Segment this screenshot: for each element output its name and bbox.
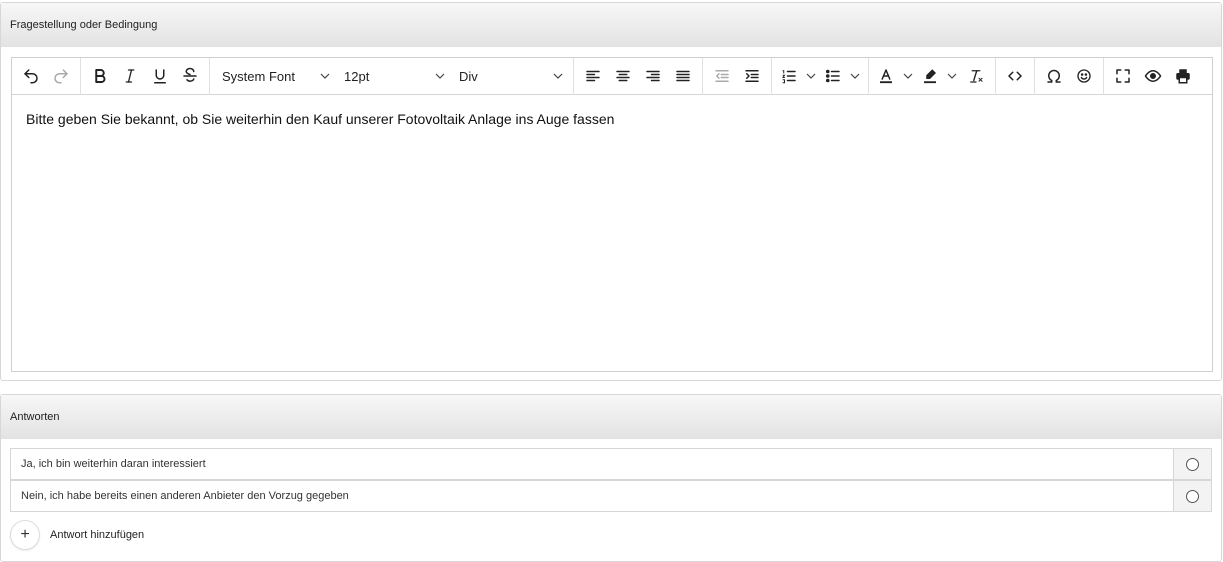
- block-format-value: Div: [459, 68, 478, 84]
- font-family-value: System Font: [222, 68, 295, 84]
- highlight-main[interactable]: [917, 61, 943, 91]
- answer-radio-cell[interactable]: [1173, 481, 1211, 511]
- align-center-button[interactable]: [608, 61, 638, 91]
- redo-icon: [54, 69, 68, 84]
- view-group: [1104, 58, 1202, 95]
- align-left-icon: [586, 70, 600, 82]
- text-color-button[interactable]: [873, 61, 917, 91]
- add-answer-control: + Antwort hinzufügen: [10, 520, 144, 550]
- text-color-main[interactable]: [873, 61, 899, 91]
- chevron-down-icon[interactable]: [899, 61, 917, 91]
- numbered-list-icon: [782, 70, 796, 84]
- emoji-icon: [1077, 69, 1091, 83]
- question-panel-title: Fragestellung oder Bedingung: [1, 3, 1221, 47]
- chevron-down-icon[interactable]: [802, 61, 820, 91]
- list-group: [772, 57, 869, 95]
- rich-text-editor: System Font 12pt Div Bitte geben Sie bek…: [11, 57, 1213, 372]
- chevron-down-icon: [320, 71, 330, 81]
- bold-button[interactable]: [85, 61, 115, 91]
- numbered-list-main[interactable]: [776, 61, 802, 91]
- chevron-down-icon: [435, 71, 445, 81]
- source-code-icon: [1008, 71, 1022, 81]
- answer-text[interactable]: Ja, ich bin weiterhin daran interessiert: [11, 449, 1173, 479]
- insert-group: [1035, 57, 1104, 95]
- bullet-list-icon: [825, 69, 840, 83]
- special-char-icon: [1047, 69, 1061, 83]
- bullet-list-button[interactable]: [820, 61, 864, 91]
- add-answer-button[interactable]: +: [10, 520, 40, 550]
- align-left-button[interactable]: [578, 61, 608, 91]
- answer-row: Nein, ich habe bereits einen anderen Anb…: [10, 480, 1212, 512]
- align-justify-icon: [676, 70, 690, 82]
- italic-icon: [125, 69, 135, 83]
- indent-icon: [745, 70, 759, 82]
- undo-button[interactable]: [16, 61, 46, 91]
- strikethrough-button[interactable]: [175, 61, 205, 91]
- clear-format-button[interactable]: [961, 61, 991, 91]
- format-group: [81, 57, 210, 95]
- underline-button[interactable]: [145, 61, 175, 91]
- highlight-icon: [924, 69, 936, 84]
- outdent-button[interactable]: [707, 61, 737, 91]
- answer-text[interactable]: Nein, ich habe bereits einen anderen Anb…: [11, 481, 1173, 511]
- print-button[interactable]: [1168, 61, 1198, 91]
- chevron-down-icon: [553, 71, 563, 81]
- font-group: System Font 12pt Div: [210, 57, 574, 95]
- answers-panel-title: Antworten: [1, 395, 1221, 439]
- align-group: [574, 57, 703, 95]
- answer-radio[interactable]: [1186, 457, 1199, 471]
- chevron-down-icon[interactable]: [943, 61, 961, 91]
- preview-button[interactable]: [1138, 61, 1168, 91]
- bold-icon: [95, 69, 106, 83]
- indent-button[interactable]: [737, 61, 767, 91]
- font-size-select[interactable]: 12pt: [336, 61, 451, 91]
- fullscreen-button[interactable]: [1108, 61, 1138, 91]
- emoji-button[interactable]: [1069, 61, 1099, 91]
- print-icon: [1176, 69, 1190, 84]
- outdent-icon: [715, 70, 729, 82]
- question-panel: Fragestellung oder Bedingung System Font…: [0, 2, 1222, 381]
- block-format-select[interactable]: Div: [451, 61, 569, 91]
- editor-toolbar: System Font 12pt Div: [12, 57, 1212, 95]
- highlight-button[interactable]: [917, 61, 961, 91]
- bullet-list-main[interactable]: [820, 61, 846, 91]
- strikethrough-icon: [183, 67, 197, 82]
- history-group: [12, 57, 81, 95]
- source-code-button[interactable]: [1000, 61, 1030, 91]
- plus-icon: +: [20, 526, 30, 543]
- preview-icon: [1144, 69, 1162, 83]
- special-char-button[interactable]: [1039, 61, 1069, 91]
- fullscreen-icon: [1116, 69, 1130, 83]
- add-answer-label[interactable]: Antwort hinzufügen: [50, 529, 144, 541]
- answer-radio-cell[interactable]: [1173, 449, 1211, 479]
- answer-radio[interactable]: [1186, 489, 1199, 503]
- align-center-icon: [616, 70, 630, 82]
- code-group: [996, 57, 1035, 95]
- indent-group: [703, 57, 772, 95]
- italic-button[interactable]: [115, 61, 145, 91]
- editor-content[interactable]: Bitte geben Sie bekannt, ob Sie weiterhi…: [12, 95, 1212, 143]
- align-right-button[interactable]: [638, 61, 668, 91]
- font-family-select[interactable]: System Font: [214, 61, 336, 91]
- font-size-value: 12pt: [344, 68, 370, 84]
- text-color-icon: [880, 69, 892, 84]
- align-right-icon: [646, 70, 660, 82]
- undo-icon: [24, 69, 38, 84]
- redo-button[interactable]: [46, 61, 76, 91]
- numbered-list-button[interactable]: [776, 61, 820, 91]
- answer-row: Ja, ich bin weiterhin daran interessiert: [10, 448, 1212, 480]
- align-justify-button[interactable]: [668, 61, 698, 91]
- clear-format-icon: [970, 70, 983, 83]
- color-group: [869, 57, 996, 95]
- underline-icon: [154, 69, 166, 84]
- chevron-down-icon[interactable]: [846, 61, 864, 91]
